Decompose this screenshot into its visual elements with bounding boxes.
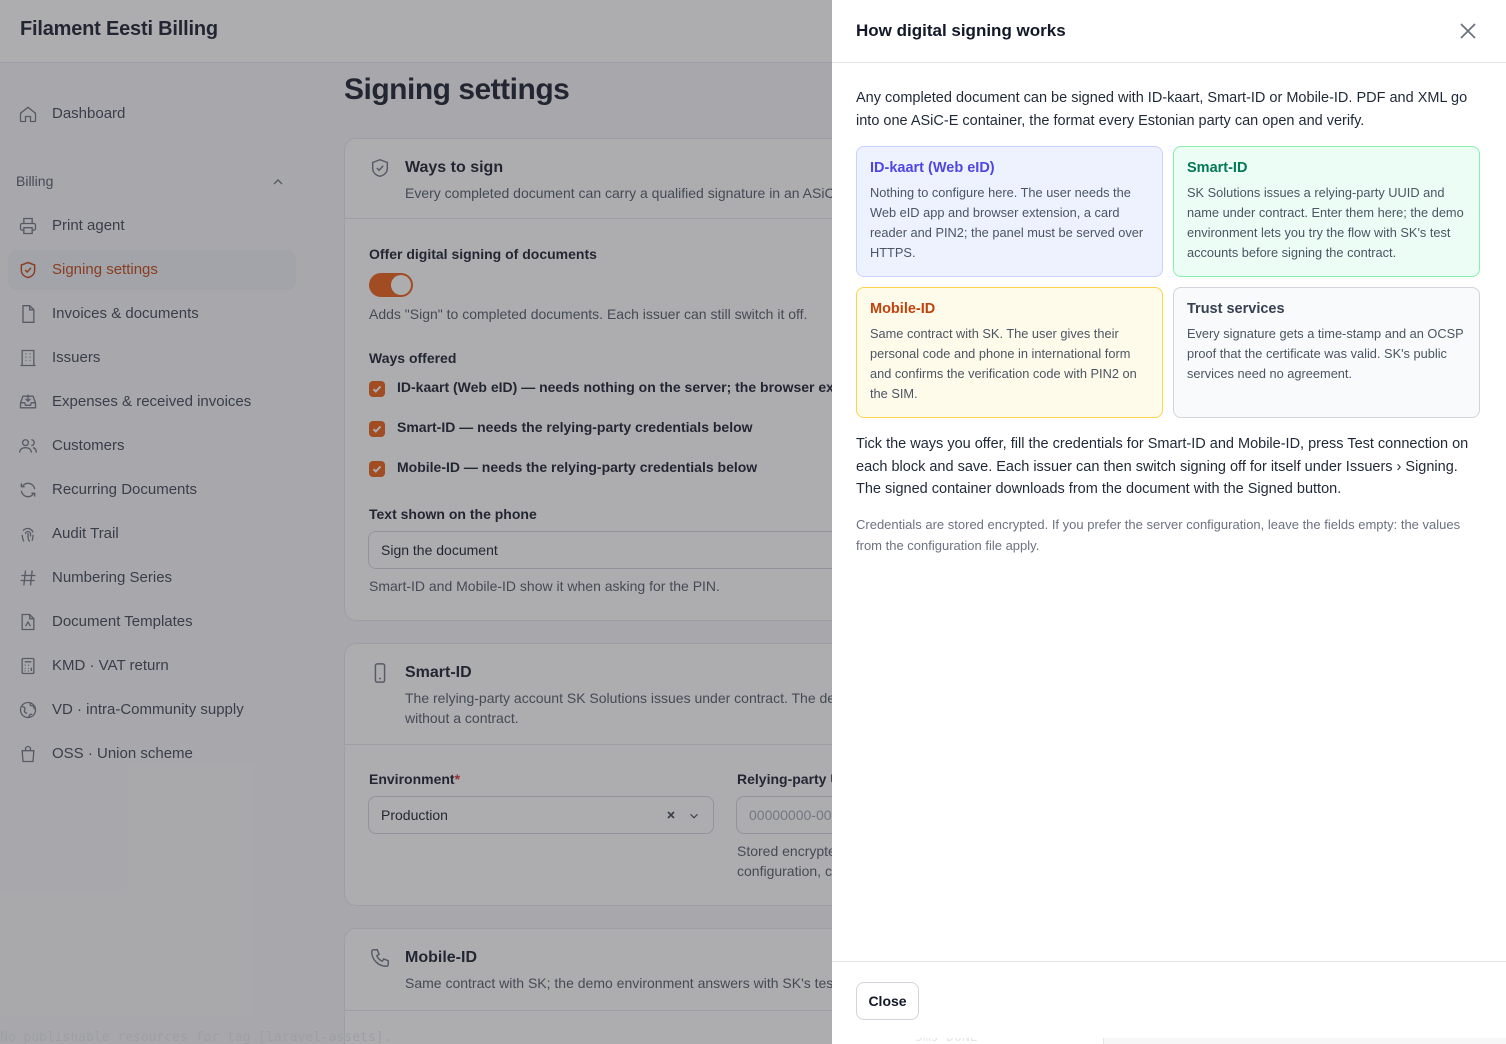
info-card-title: Smart-ID [1187,160,1248,176]
info-card-body: Nothing to configure here. The user need… [870,185,1144,260]
help-slide-over: How digital signing works Any completed … [832,0,1506,1038]
info-card-trust-services: Trust services Every signature gets a ti… [1173,287,1480,418]
info-card-smart-id: Smart-ID SK Solutions issues a relying-p… [1173,146,1480,277]
panel-note: Credentials are stored encrypted. If you… [856,517,1461,553]
info-card-title: ID-kaart (Web eID) [870,160,995,176]
close-icon[interactable] [1456,19,1480,43]
info-card-body: SK Solutions issues a relying-party UUID… [1187,185,1464,260]
info-card-body: Same contract with SK. The user gives th… [870,326,1137,401]
info-card-mobile-id: Mobile-ID Same contract with SK. The use… [856,287,1163,418]
close-button[interactable]: Close [856,982,919,1020]
info-card-body: Every signature gets a time-stamp and an… [1187,326,1464,381]
info-card-title: Mobile-ID [870,301,936,317]
panel-header: How digital signing works [832,0,1506,63]
panel-intro: Any completed document can be signed wit… [856,90,1468,129]
info-card-title: Trust services [1187,301,1285,317]
modal-backdrop[interactable] [0,0,832,1044]
info-card-id-kaart: ID-kaart (Web eID) Nothing to configure … [856,146,1163,277]
panel-footer: Close [832,961,1506,1038]
panel-instructions: Tick the ways you offer, fill the creden… [856,436,1469,497]
panel-title: How digital signing works [856,21,1066,40]
